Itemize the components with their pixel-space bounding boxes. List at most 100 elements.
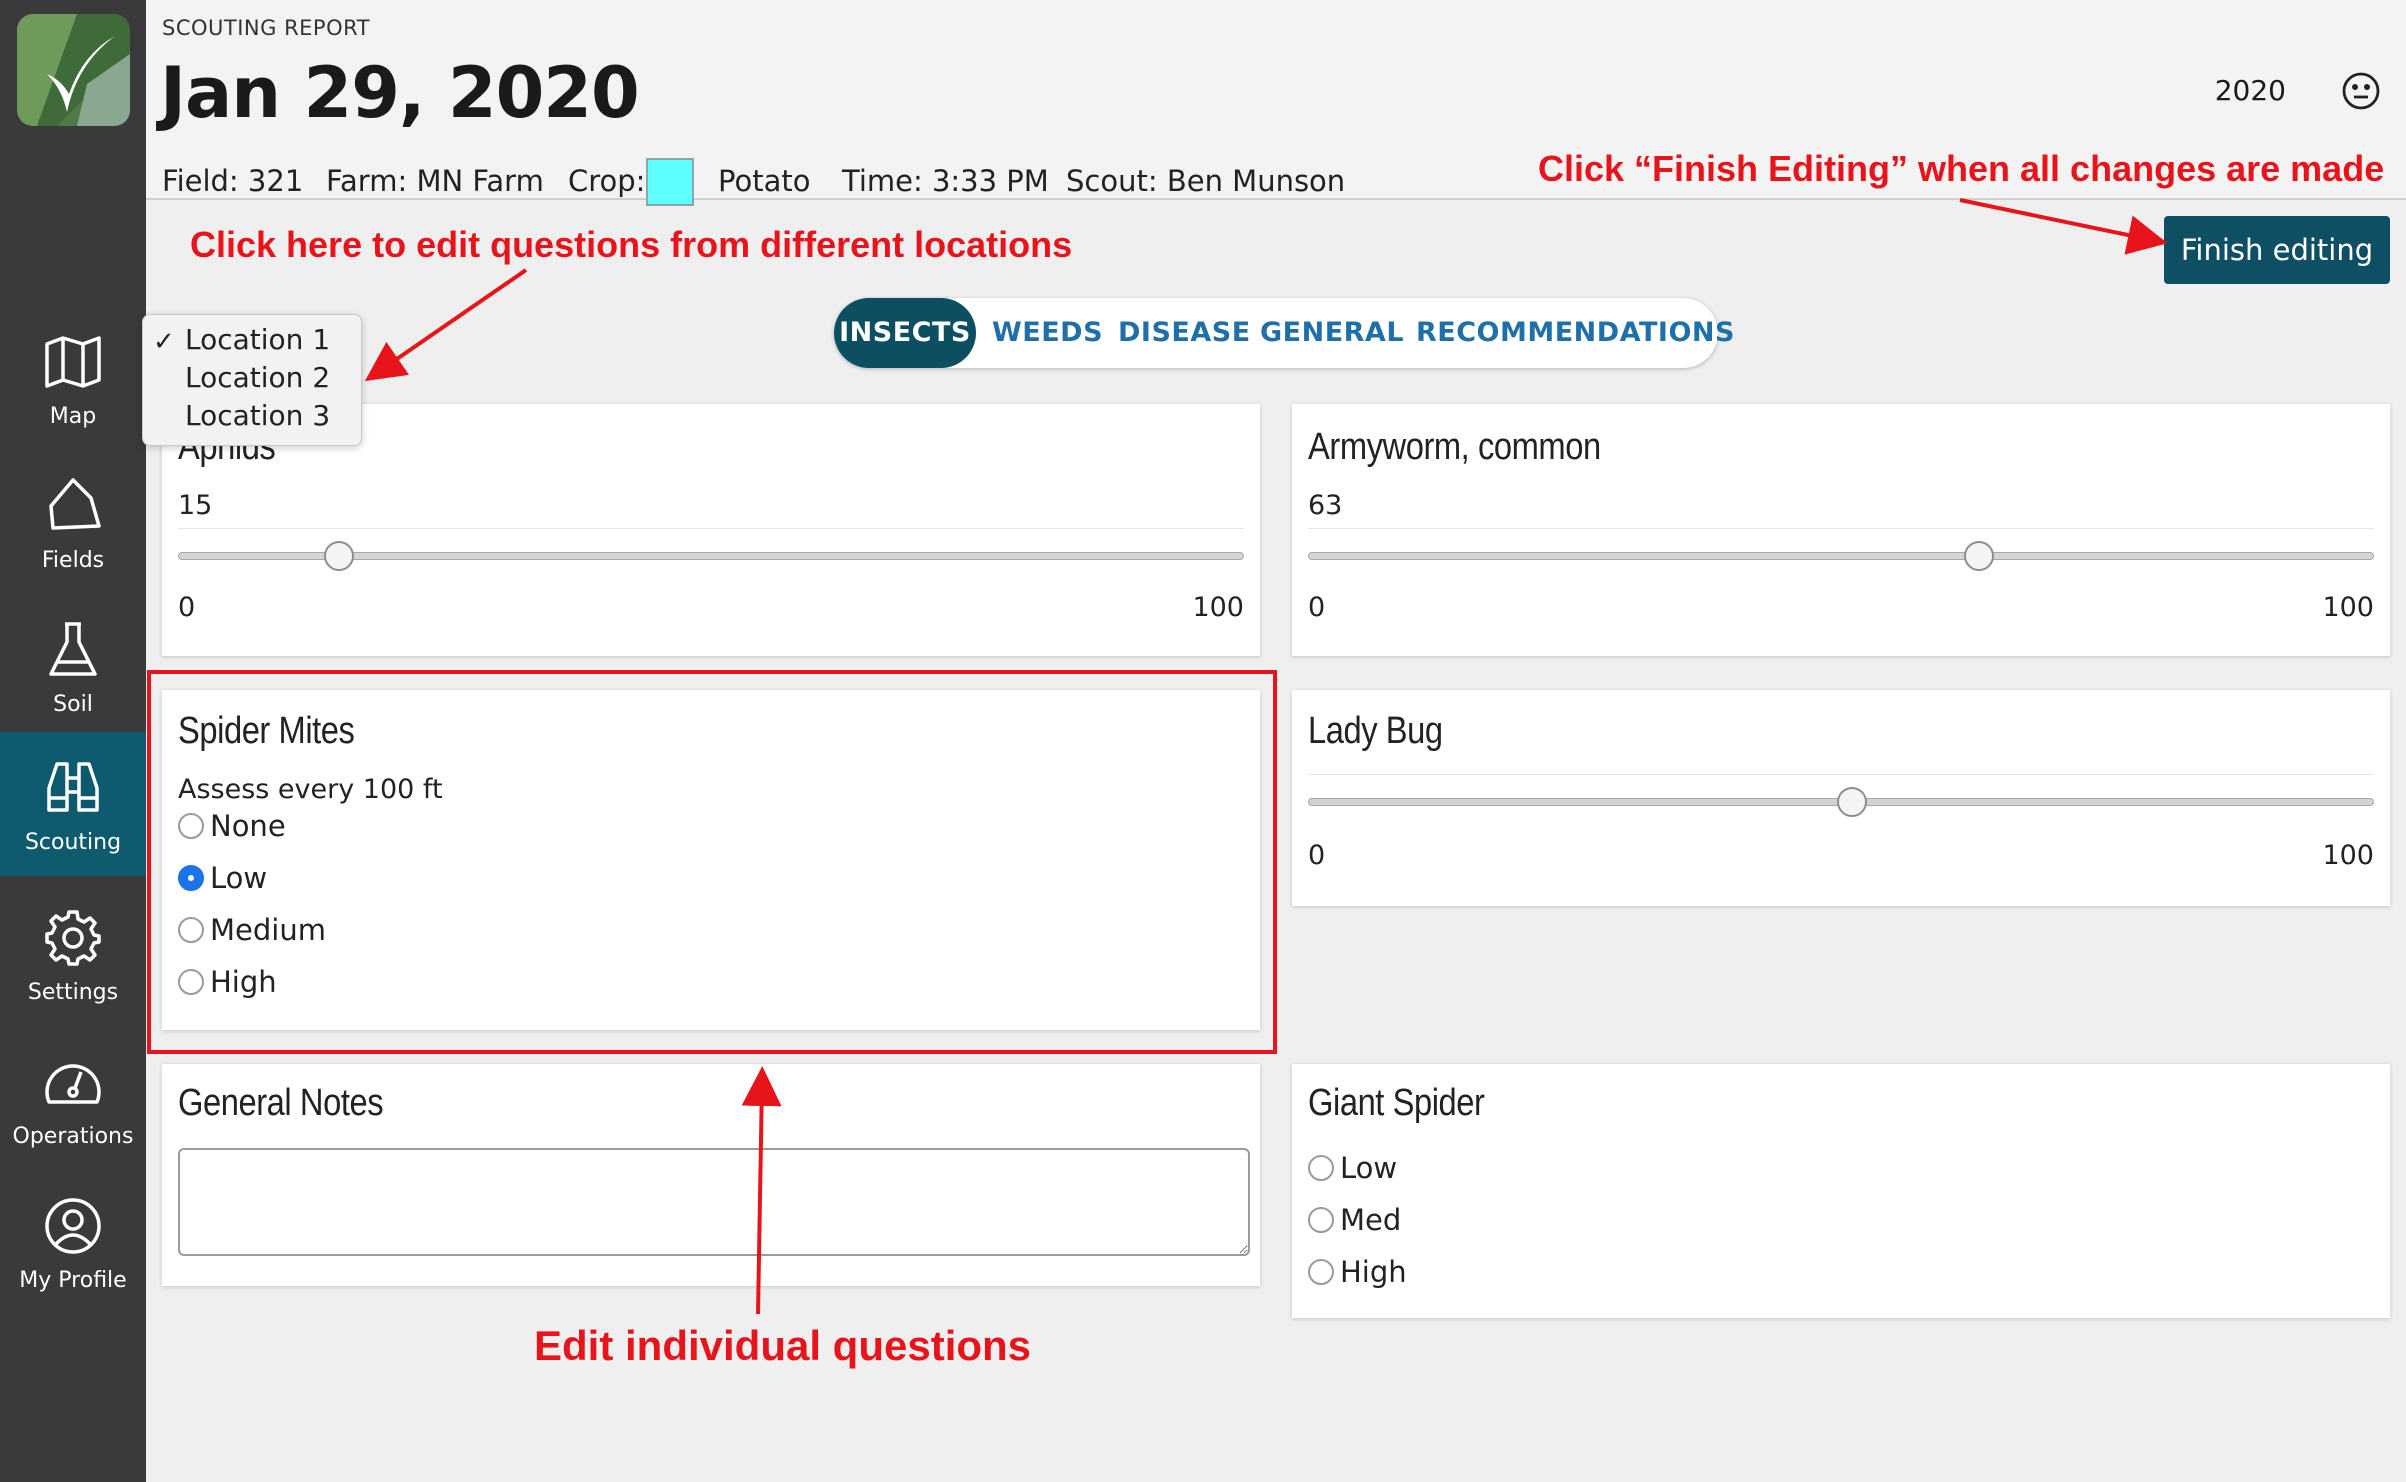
radio-label: High — [1340, 1255, 1407, 1289]
lady-bug-min: 0 — [1308, 840, 1326, 871]
radio-option[interactable]: Low — [1308, 1148, 1397, 1188]
radio-label: Medium — [210, 913, 326, 947]
card-title: Giant Spider — [1308, 1082, 1485, 1124]
nav-label: Soil — [53, 692, 93, 717]
time-meta: Time: 3:33 PM — [842, 164, 1049, 198]
radio-label: Low — [1340, 1151, 1398, 1185]
field-meta: Field: 321 — [162, 164, 304, 198]
divider — [1308, 528, 2374, 529]
card-title: Lady Bug — [1308, 710, 1443, 752]
radio-label: Med — [1340, 1203, 1402, 1237]
radio-label: None — [210, 809, 286, 843]
radio-button[interactable] — [178, 917, 204, 943]
feedback-smiley-icon[interactable] — [2340, 70, 2382, 112]
radio-label: High — [210, 965, 277, 999]
report-kicker: SCOUTING REPORT — [162, 16, 371, 40]
map-icon — [45, 336, 101, 388]
nav-label: Map — [49, 404, 97, 429]
user-icon — [45, 1198, 101, 1254]
radio-option[interactable]: High — [178, 962, 277, 1002]
finish-arrow — [1959, 198, 2168, 255]
gear-icon — [45, 910, 101, 966]
nav-scouting[interactable]: Scouting — [0, 732, 146, 876]
lady-bug-max: 100 — [2322, 840, 2374, 871]
nav-map[interactable]: Map — [0, 306, 146, 450]
finish-editing-button[interactable]: Finish editing — [2164, 216, 2390, 284]
tab-insects[interactable]: INSECTS — [834, 298, 976, 368]
radio-button[interactable] — [178, 969, 204, 995]
nav-label: Scouting — [24, 830, 122, 855]
radio-option[interactable]: Low — [178, 858, 267, 898]
nav-soil[interactable]: Soil — [0, 594, 146, 738]
nav-label: Settings — [27, 980, 119, 1005]
card-title: General Notes — [178, 1082, 384, 1124]
radio-option[interactable]: None — [178, 806, 286, 846]
radio-button[interactable] — [1308, 1155, 1334, 1181]
location-option[interactable]: Location 2 — [185, 361, 330, 394]
sidebar: Map Fields Soil Scouting Settings Operat… — [0, 0, 146, 1482]
nav-label: Operations — [12, 1124, 134, 1149]
aphids-slider-track[interactable] — [178, 541, 1244, 571]
annotation-locations: Click here to edit questions from differ… — [190, 224, 1073, 265]
farm-meta: Farm: MN Farm — [326, 164, 544, 198]
nav-settings[interactable]: Settings — [0, 882, 146, 1026]
location-option[interactable]: Location 1 — [185, 323, 330, 356]
page-title: Jan 29, 2020 — [160, 52, 640, 134]
card-general-notes: General Notes — [162, 1064, 1260, 1286]
tab-disease[interactable]: DISEASE — [1118, 298, 1251, 368]
category-tabs: INSECTS WEEDS DISEASE GENERAL RECOMMENDA… — [834, 298, 1734, 368]
crop-color-swatch — [646, 158, 694, 206]
radio-button[interactable] — [1308, 1207, 1334, 1233]
lady-bug-slider-track[interactable] — [1308, 787, 2374, 817]
location-dropdown-menu[interactable]: ✓ Location 1 Location 2 Location 3 — [142, 314, 362, 446]
armyworm-max: 100 — [2322, 592, 2374, 623]
spider-mites-subtitle: Assess every 100 ft — [178, 774, 443, 805]
gauge-icon — [45, 1064, 101, 1104]
location-arrow — [364, 268, 528, 382]
radio-option[interactable]: Medium — [178, 910, 326, 950]
app-logo[interactable] — [17, 14, 130, 126]
armyworm-slider-track[interactable] — [1308, 541, 2374, 571]
card-title: Armyworm, common — [1308, 426, 1601, 468]
field-icon — [49, 478, 101, 530]
nav-fields[interactable]: Fields — [0, 450, 146, 594]
card-armyworm: Armyworm, common 63 0 100 — [1292, 404, 2390, 656]
divider — [178, 528, 1244, 529]
divider — [1308, 774, 2374, 775]
binoculars-icon — [47, 762, 99, 812]
radio-button[interactable] — [1308, 1259, 1334, 1285]
location-option[interactable]: Location 3 — [185, 399, 330, 432]
nav-label: Fields — [41, 548, 105, 573]
lady-bug-slider-thumb[interactable] — [1836, 787, 1867, 817]
flask-icon — [49, 622, 97, 676]
armyworm-slider-thumb[interactable] — [1964, 541, 1995, 571]
general-notes-input[interactable] — [178, 1148, 1250, 1256]
nav-label: My Profile — [19, 1268, 127, 1293]
radio-option[interactable]: High — [1308, 1252, 1407, 1292]
scout-meta: Scout: Ben Munson — [1066, 164, 1346, 198]
radio-label: Low — [210, 861, 268, 895]
checkmark-icon: ✓ — [153, 327, 175, 357]
aphids-value: 15 — [178, 490, 213, 521]
crop-meta: Potato — [718, 164, 811, 198]
armyworm-min: 0 — [1308, 592, 1326, 623]
armyworm-value: 63 — [1308, 490, 1343, 521]
annotation-questions: Edit individual questions — [534, 1322, 1032, 1369]
card-giant-spider: Giant Spider Low Med High — [1292, 1064, 2390, 1318]
annotation-finish: Click “Finish Editing” when all changes … — [1538, 148, 2385, 189]
nav-operations[interactable]: Operations — [0, 1026, 146, 1170]
tab-general[interactable]: GENERAL — [1260, 298, 1404, 368]
tab-recommendations[interactable]: RECOMMENDATIONS — [1416, 298, 1735, 368]
aphids-max: 100 — [1192, 592, 1244, 623]
crop-label: Crop: — [568, 164, 646, 198]
aphids-slider-thumb[interactable] — [323, 541, 354, 571]
radio-option[interactable]: Med — [1308, 1200, 1401, 1240]
nav-my-profile[interactable]: My Profile — [0, 1170, 146, 1314]
card-spider-mites: Spider Mites Assess every 100 ft None Lo… — [162, 690, 1260, 1030]
aphids-min: 0 — [178, 592, 196, 623]
year-label[interactable]: 2020 — [2215, 74, 2286, 107]
tab-weeds[interactable]: WEEDS — [992, 298, 1103, 368]
card-title: Spider Mites — [178, 710, 355, 752]
radio-button[interactable] — [178, 813, 204, 839]
radio-button[interactable] — [178, 865, 204, 891]
